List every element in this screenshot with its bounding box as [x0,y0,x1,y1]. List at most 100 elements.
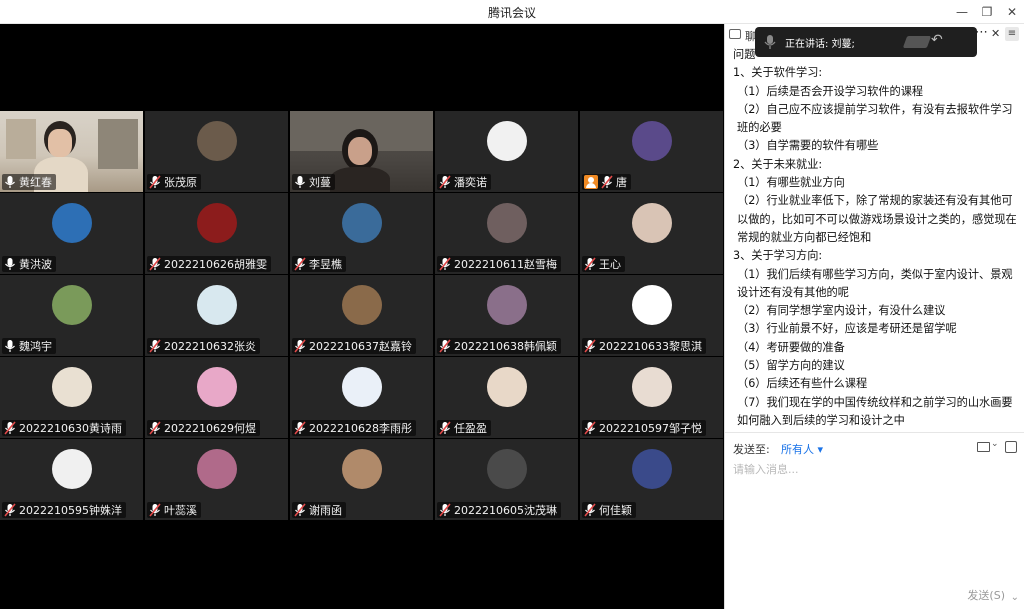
participant-name-tag: 2022210630黄诗雨 [2,420,126,436]
participant-tile[interactable]: 2022210605沈茂琳 [435,439,578,520]
participant-tile[interactable]: 2022210597邹子悦 [580,357,723,438]
participant-tile[interactable]: 2022210595钟姝洋 [0,439,143,520]
mic-muted-icon [294,257,306,271]
participant-avatar [52,449,92,489]
participant-name: 2022210611赵雪梅 [454,258,557,271]
participant-tile[interactable]: 任盈盈 [435,357,578,438]
participant-tile[interactable]: 2022210626胡雅雯 [145,193,288,274]
window-title: 腾讯会议 [487,6,536,20]
participant-name: 李昱樵 [309,258,342,271]
participant-tile[interactable]: 魏鸿宇 [0,275,143,356]
mic-muted-icon [601,175,613,189]
participant-tile[interactable]: 2022210611赵雪梅 [435,193,578,274]
minimize-icon[interactable]: — [952,2,972,22]
participant-avatar [632,285,672,325]
participant-avatar [632,203,672,243]
participant-tile[interactable]: 黄洪波 [0,193,143,274]
title-bar: 腾讯会议 — ❐ ✕ [0,0,1024,24]
participant-name-tag: 2022210632张炎 [147,338,260,354]
participant-name-tag: 任盈盈 [437,420,491,436]
participant-name: 2022210595钟姝洋 [19,504,122,517]
participant-name: 2022210638韩佩颖 [454,340,557,353]
chat-line: （1）有哪些就业方向 [737,176,845,190]
participant-grid: 黄红春 张茂原 刘蔓 潘奕诺 唐黄洪波 2022210626胡雅雯 李昱樵 202221061… [0,111,724,521]
mic-icon [5,340,15,352]
chat-line: （2）有同学想学室内设计，有没什么建议 [737,304,946,318]
mic-muted-icon [439,257,451,271]
participant-tile[interactable]: 2022210629何煜 [145,357,288,438]
participant-name-tag: 2022210628李雨彤 [292,420,416,436]
participant-tile[interactable]: 潘奕诺 [435,111,578,192]
participant-avatar [197,449,237,489]
participant-tile[interactable]: 李昱樵 [290,193,433,274]
participant-name: 2022210632张炎 [164,340,256,353]
chat-icon [729,29,741,39]
message-input[interactable]: 请输入消息... [733,461,799,477]
chat-line: 3、关于学习方向: [733,249,823,263]
participant-name-tag: 2022210595钟姝洋 [2,502,126,518]
mic-muted-icon [584,421,596,435]
recipient-dropdown[interactable]: 所有人 ▾ [781,441,823,457]
participant-name-tag: 黄红春 [2,174,56,190]
participant-tile[interactable]: 张茂原 [145,111,288,192]
mic-muted-icon [149,421,161,435]
participant-tile[interactable]: 王心 [580,193,723,274]
participant-name: 2022210630黄诗雨 [19,422,122,435]
file-icon[interactable] [977,442,990,452]
participant-tile[interactable]: 2022210638韩佩颖 [435,275,578,356]
participant-avatar [342,285,382,325]
participant-name: 潘奕诺 [454,176,487,189]
participant-name: 唐 [616,176,627,189]
participant-name: 2022210633黎思淇 [599,340,702,353]
participant-name-tag: 谢雨函 [292,502,346,518]
participant-tile[interactable]: 2022210632张炎 [145,275,288,356]
chat-menu-icon[interactable]: ≡ [1005,27,1019,41]
participant-name-tag: 魏鸿宇 [2,338,56,354]
participant-avatar [487,285,527,325]
participant-name-tag: 2022210638韩佩颖 [437,338,561,354]
mic-muted-icon [294,339,306,353]
mic-icon [5,176,15,188]
send-button[interactable]: 发送(S) [967,587,1005,603]
send-dropdown-icon[interactable]: ⌄ [1011,592,1019,603]
participant-tile[interactable]: 2022210637赵嘉铃 [290,275,433,356]
participant-tile[interactable]: 叶蕊溪 [145,439,288,520]
restore-icon[interactable]: ❐ [977,2,997,22]
participant-name-tag: 2022210611赵雪梅 [437,256,561,272]
participant-avatar [487,367,527,407]
participant-name-tag: 2022210597邹子悦 [582,420,706,436]
participant-name: 张茂原 [164,176,197,189]
participant-tile[interactable]: 刘蔓 [290,111,433,192]
participant-name: 2022210628李雨彤 [309,422,412,435]
mic-muted-icon [4,421,16,435]
participant-name: 2022210637赵嘉铃 [309,340,412,353]
participant-name-tag: 王心 [582,256,625,272]
participant-tile[interactable]: 2022210633黎思淇 [580,275,723,356]
participant-name-tag: 2022210605沈茂琳 [437,502,561,518]
participant-tile[interactable]: 谢雨函 [290,439,433,520]
chat-line: （3）行业前景不好，应该是考研还是留学呢 [737,322,957,336]
mic-muted-icon [4,503,16,517]
participant-avatar [197,203,237,243]
chat-line: 2、关于未来就业: [733,157,823,171]
participant-avatar [197,285,237,325]
participant-name: 2022210629何煜 [164,422,256,435]
chat-close-icon[interactable]: ✕ [991,27,1000,40]
close-icon[interactable]: ✕ [1002,2,1022,22]
participant-name: 魏鸿宇 [19,340,52,353]
chat-line: （1）我们后续有哪些学习方向，类似于室内设计、景观设计还有没有其他的呢 [737,267,1013,299]
mic-muted-icon [149,175,161,189]
participant-tile[interactable]: 何佳颖 [580,439,723,520]
mic-icon [295,176,305,188]
participant-tile[interactable]: 2022210628李雨彤 [290,357,433,438]
participant-avatar [197,121,237,161]
participant-tile[interactable]: 黄红春 [0,111,143,192]
mic-muted-icon [584,257,596,271]
chat-line: （3）自学需要的软件有哪些 [737,139,879,153]
participant-name: 黄红春 [19,176,52,189]
participant-tile[interactable]: 2022210630黄诗雨 [0,357,143,438]
screenshot-icon[interactable] [1005,441,1017,453]
file-dropdown-icon[interactable]: ⌄ [991,439,999,449]
participant-name: 王心 [599,258,621,271]
participant-tile[interactable]: 唐 [580,111,723,192]
